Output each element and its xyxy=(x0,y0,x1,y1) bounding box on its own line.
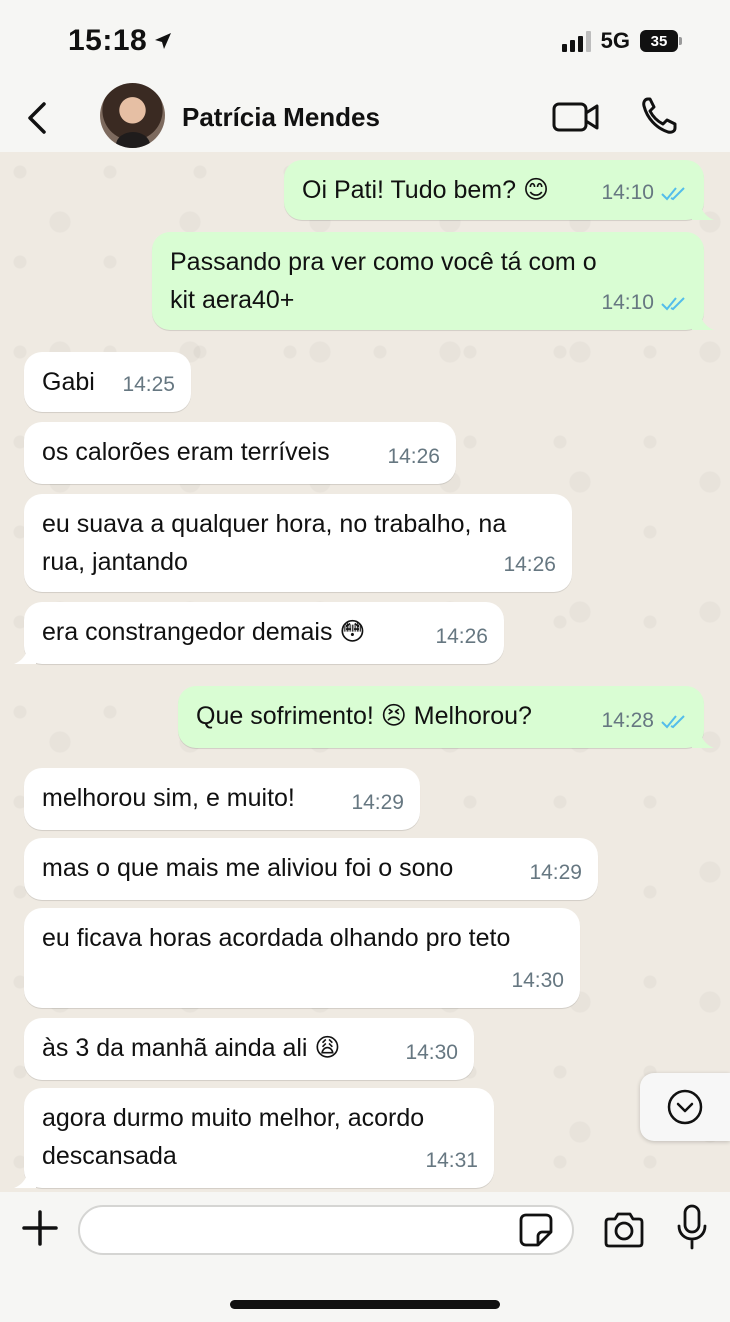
message-text: eu suava a qualquer hora, no trabalho, n… xyxy=(42,510,507,576)
status-time: 15:18 xyxy=(68,24,173,58)
message-meta: 14:31 xyxy=(425,1142,478,1180)
battery-icon: 35 xyxy=(640,30,682,52)
message-outgoing[interactable]: Passando pra ver como você tá com o kit … xyxy=(152,232,714,330)
message-meta: 14:30 xyxy=(405,1034,458,1072)
message-time: 14:10 xyxy=(601,181,654,204)
message-meta: 14:26 xyxy=(435,618,488,656)
message-time: 14:29 xyxy=(351,791,404,814)
home-indicator xyxy=(230,1300,500,1309)
read-ticks-icon xyxy=(661,297,685,311)
message-incoming[interactable]: melhorou sim, e muito! 14:29 xyxy=(24,768,420,830)
chat-messages[interactable]: Oi Pati! Tudo bem? 😊 14:10 Passando pra … xyxy=(0,152,730,1192)
bubble-tail xyxy=(692,310,714,330)
message-text: Passando pra ver como você tá com o kit … xyxy=(170,248,597,314)
message-outgoing[interactable]: Oi Pati! Tudo bem? 😊 14:10 xyxy=(284,160,714,220)
message-time: 14:26 xyxy=(503,553,556,576)
scroll-to-bottom-button[interactable] xyxy=(640,1073,730,1141)
message-time: 14:28 xyxy=(601,709,654,732)
sticker-icon[interactable] xyxy=(518,1212,554,1248)
message-text: era constrangedor demais 😳 xyxy=(42,618,366,646)
message-time: 14:31 xyxy=(425,1149,478,1172)
message-time: 14:26 xyxy=(435,625,488,648)
message-text: mas o que mais me aliviou foi o sono xyxy=(42,854,454,882)
message-meta: 14:30 xyxy=(511,962,564,1000)
message-time: 14:29 xyxy=(529,861,582,884)
read-ticks-icon xyxy=(661,715,685,729)
network-type: 5G xyxy=(600,28,630,53)
message-incoming[interactable]: mas o que mais me aliviou foi o sono 14:… xyxy=(24,838,598,900)
bubble-tail xyxy=(692,200,714,220)
read-ticks-icon xyxy=(661,187,685,201)
message-text: melhorou sim, e muito! xyxy=(42,784,295,812)
message-time: 14:26 xyxy=(387,445,440,468)
message-meta: 14:25 xyxy=(122,366,175,404)
message-input[interactable] xyxy=(78,1205,574,1255)
message-meta: 14:10 xyxy=(601,174,688,212)
message-time: 14:25 xyxy=(122,373,175,396)
battery-level: 35 xyxy=(650,32,668,50)
message-composer xyxy=(0,1192,730,1322)
message-outgoing[interactable]: Que sofrimento! 😣 Melhorou? 14:28 xyxy=(178,686,714,748)
message-text: às 3 da manhã ainda ali 😩 xyxy=(42,1034,341,1062)
message-incoming[interactable]: era constrangedor demais 😳 14:26 xyxy=(14,602,504,664)
status-bar: 15:18 5G 35 xyxy=(0,0,730,80)
message-incoming[interactable]: agora durmo muito melhor, acordo descans… xyxy=(14,1088,494,1188)
message-meta: 14:26 xyxy=(503,546,556,584)
message-meta: 14:26 xyxy=(387,438,440,476)
chevron-down-circle-icon xyxy=(667,1089,703,1125)
back-chevron-icon[interactable] xyxy=(22,98,54,138)
signal-strength-icon xyxy=(561,30,591,52)
bubble-tail xyxy=(14,644,36,664)
message-time: 14:30 xyxy=(405,1041,458,1064)
message-incoming[interactable]: Gabi 14:25 xyxy=(24,352,191,412)
contact-name[interactable]: Patrícia Mendes xyxy=(182,102,380,133)
message-incoming[interactable]: às 3 da manhã ainda ali 😩 14:30 xyxy=(24,1018,474,1080)
status-indicators: 5G 35 xyxy=(561,28,682,54)
camera-icon[interactable] xyxy=(602,1210,646,1250)
microphone-icon[interactable] xyxy=(675,1204,709,1252)
avatar[interactable] xyxy=(100,83,165,148)
phone-icon[interactable] xyxy=(640,96,678,136)
message-incoming[interactable]: eu ficava horas acordada olhando pro tet… xyxy=(24,908,580,1008)
video-camera-icon[interactable] xyxy=(552,100,600,134)
message-meta: 14:28 xyxy=(601,702,688,740)
bubble-tail xyxy=(14,1168,36,1188)
message-incoming[interactable]: os calorões eram terríveis 14:26 xyxy=(24,422,456,484)
message-text: eu ficava horas acordada olhando pro tet… xyxy=(42,924,511,952)
clock-text: 15:18 xyxy=(68,24,148,57)
message-time: 14:30 xyxy=(511,969,564,992)
message-text: agora durmo muito melhor, acordo descans… xyxy=(42,1104,425,1170)
bubble-tail xyxy=(692,728,714,748)
message-incoming[interactable]: eu suava a qualquer hora, no trabalho, n… xyxy=(24,494,572,592)
message-meta: 14:29 xyxy=(529,854,582,892)
location-arrow-icon xyxy=(155,33,172,49)
message-time: 14:10 xyxy=(601,291,654,314)
message-text: os calorões eram terríveis xyxy=(42,438,330,466)
plus-icon[interactable] xyxy=(20,1208,60,1248)
message-meta: 14:29 xyxy=(351,784,404,822)
message-meta: 14:10 xyxy=(601,284,688,322)
chat-header: Patrícia Mendes xyxy=(0,80,730,152)
